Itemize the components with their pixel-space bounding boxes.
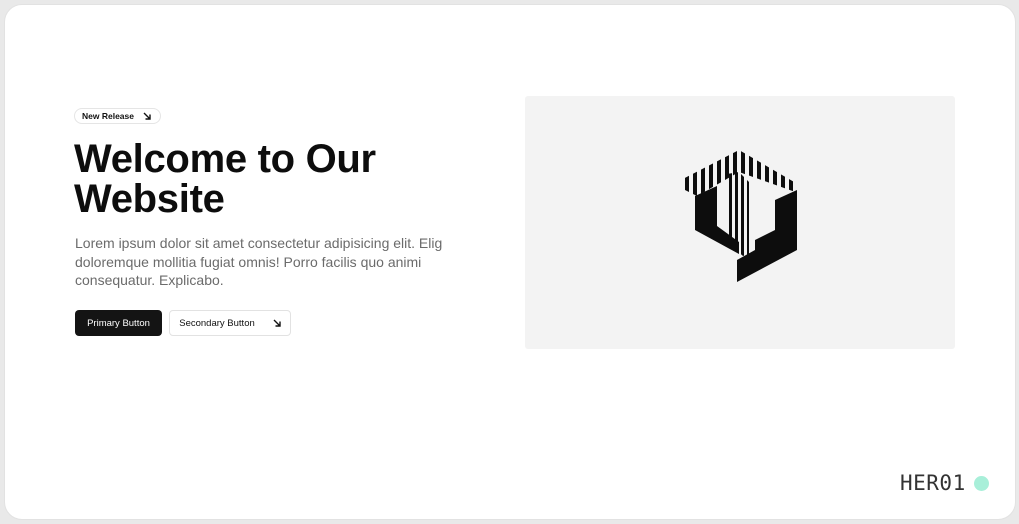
arrow-down-right-icon [143,112,151,120]
striped-hexagon-logo-icon [685,150,797,282]
arrow-down-right-icon [273,319,281,327]
badge-label: New Release [82,111,134,121]
secondary-button[interactable]: Secondary Button [169,310,291,336]
new-release-badge[interactable]: New Release [74,108,161,124]
secondary-button-label: Secondary Button [179,317,255,329]
hero-description: Lorem ipsum dolor sit amet consectetur a… [75,235,443,288]
hero-card: New Release Welcome to Our Website Lorem… [4,4,1016,520]
status-dot [973,475,989,491]
primary-button[interactable]: Primary Button [75,310,162,336]
primary-button-label: Primary Button [87,317,150,329]
hero-image [525,96,955,349]
section-tag-label: HER01 [900,471,966,495]
hero-actions: Primary Button Secondary Button [75,310,291,336]
section-tag: HER01 [900,471,989,495]
hero-title: Welcome to Our Website [74,137,376,221]
